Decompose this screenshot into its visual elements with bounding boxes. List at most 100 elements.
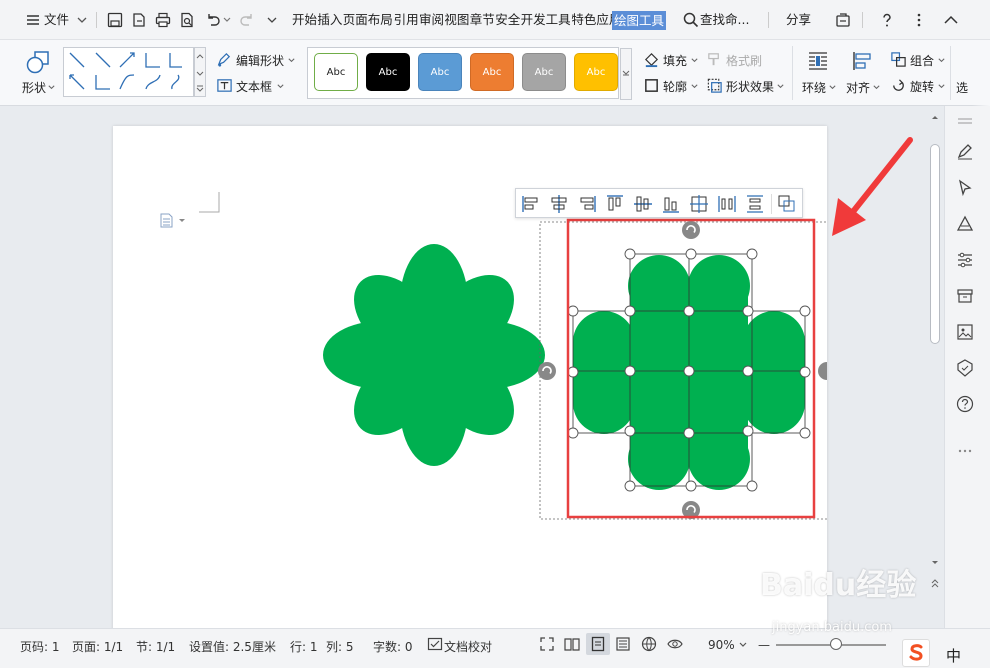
pen-icon[interactable]: [955, 142, 975, 162]
more-options-icon[interactable]: [910, 11, 928, 29]
tab-5[interactable]: 视图: [444, 0, 469, 40]
chevron-down-icon[interactable]: [937, 82, 946, 91]
rotate-icon[interactable]: [890, 77, 907, 94]
file-menu[interactable]: 文件: [44, 0, 69, 40]
status-word-count[interactable]: 字数: 0: [373, 638, 413, 655]
style-swatch-5[interactable]: Abc: [574, 53, 618, 91]
style-swatch-3[interactable]: Abc: [470, 53, 514, 91]
tab-3[interactable]: 引用: [394, 0, 419, 40]
chevron-down-icon[interactable]: [828, 83, 837, 92]
chevron-down-icon[interactable]: [872, 83, 881, 92]
chevron-down-icon[interactable]: [276, 82, 285, 91]
style-swatch-2[interactable]: Abc: [418, 53, 462, 91]
more-icon[interactable]: [955, 446, 975, 456]
fullscreen-icon[interactable]: [538, 635, 556, 653]
outline-button[interactable]: 轮廓: [663, 78, 687, 95]
outline-icon[interactable]: [643, 77, 660, 94]
customize-toolbar-icon[interactable]: [266, 14, 278, 26]
wrap-text-icon[interactable]: [806, 49, 830, 73]
line-shapes-icon[interactable]: [64, 48, 193, 96]
archive-icon[interactable]: [955, 286, 975, 306]
status-row[interactable]: 行: 1: [290, 638, 318, 655]
ime-logo[interactable]: [902, 639, 930, 667]
fill-button[interactable]: 填充: [663, 52, 687, 69]
line-shape-gallery[interactable]: [63, 47, 194, 97]
tab-7[interactable]: 安全: [495, 0, 520, 40]
print-icon[interactable]: [154, 11, 172, 29]
textbox-button[interactable]: 文本框: [236, 78, 272, 95]
zoom-level[interactable]: 90%: [708, 638, 735, 652]
chevron-down-icon[interactable]: [776, 82, 785, 91]
group-objects-icon[interactable]: [776, 193, 798, 215]
scrollbar-thumb[interactable]: [930, 144, 940, 344]
tab-4[interactable]: 审阅: [419, 0, 444, 40]
share-button[interactable]: 分享: [786, 0, 811, 40]
chevron-down-icon[interactable]: [76, 14, 88, 26]
page-view-icon[interactable]: [589, 635, 607, 653]
panel-handle-icon[interactable]: [955, 116, 975, 126]
edit-shape-button[interactable]: 编辑形状: [236, 52, 284, 69]
cursor-icon[interactable]: [955, 178, 975, 198]
style-swatch-4[interactable]: Abc: [522, 53, 566, 91]
undo-icon[interactable]: [204, 11, 222, 29]
shape-style-icon[interactable]: [955, 214, 975, 234]
chevron-down-icon[interactable]: [287, 56, 296, 65]
scroll-down-icon[interactable]: [930, 558, 940, 568]
reading-mode-icon[interactable]: [563, 635, 581, 653]
group-icon[interactable]: [890, 51, 907, 68]
collaborate-icon[interactable]: [834, 11, 852, 29]
proofread-button[interactable]: 文档校对: [444, 638, 492, 655]
rotate-handle-icon[interactable]: [682, 221, 700, 239]
shape-effect-button[interactable]: 形状效果: [726, 78, 774, 95]
align-button[interactable]: 对齐: [846, 79, 870, 96]
zoom-out-button[interactable]: —: [758, 638, 770, 652]
wrap-button[interactable]: 环绕: [802, 79, 826, 96]
status-setting[interactable]: 设置值: 2.5厘米: [189, 638, 276, 655]
align-center-icon[interactable]: [548, 193, 570, 215]
align-right-icon[interactable]: [576, 193, 598, 215]
help-icon[interactable]: [955, 394, 975, 414]
outline-view-icon[interactable]: [614, 635, 632, 653]
tab-8[interactable]: 开发工具: [521, 0, 571, 40]
shape-effect-icon[interactable]: [706, 77, 723, 94]
tab-6[interactable]: 章节: [470, 0, 495, 40]
status-page-code[interactable]: 页码: 1: [20, 638, 60, 655]
style-swatch-0[interactable]: Abc: [314, 53, 358, 91]
align-page-center-icon[interactable]: [688, 193, 710, 215]
status-page[interactable]: 页面: 1/1: [72, 638, 123, 655]
flower-shape[interactable]: [323, 244, 545, 466]
group-button[interactable]: 组合: [910, 52, 934, 69]
shapes-icon[interactable]: [24, 48, 52, 76]
tab-0[interactable]: 开始: [292, 0, 317, 40]
proofread-icon[interactable]: [426, 635, 444, 653]
rotate-button[interactable]: 旋转: [910, 78, 934, 95]
ime-language[interactable]: 中: [946, 645, 961, 666]
status-section[interactable]: 节: 1/1: [136, 638, 175, 655]
prev-page-icon[interactable]: [930, 578, 940, 588]
chevron-down-icon[interactable]: [690, 82, 699, 91]
image-icon[interactable]: [955, 322, 975, 342]
shield-icon[interactable]: [955, 358, 975, 378]
align-left-icon[interactable]: [520, 193, 542, 215]
save-icon[interactable]: [106, 11, 124, 29]
chevron-down-icon[interactable]: [738, 640, 748, 650]
style-swatch-1[interactable]: Abc: [366, 53, 410, 91]
line-gallery-scroll[interactable]: [194, 47, 206, 97]
style-gallery-scroll[interactable]: [620, 48, 632, 100]
align-top-icon[interactable]: [604, 193, 626, 215]
chevron-down-icon[interactable]: [690, 56, 699, 65]
collapse-ribbon-icon[interactable]: [942, 11, 960, 29]
vertical-scrollbar[interactable]: [926, 106, 944, 606]
help-icon[interactable]: [878, 11, 896, 29]
distribute-horizontal-icon[interactable]: [716, 193, 738, 215]
fill-bucket-icon[interactable]: [643, 51, 660, 68]
document-page[interactable]: [113, 126, 827, 636]
edit-shape-icon[interactable]: [216, 51, 233, 68]
eye-protection-icon[interactable]: [666, 635, 684, 653]
properties-icon[interactable]: [955, 250, 975, 270]
hamburger-icon[interactable]: [24, 11, 42, 29]
tab-2[interactable]: 页面布局: [343, 0, 393, 40]
zoom-slider-thumb[interactable]: [830, 638, 842, 650]
rotate-handle-icon[interactable]: [818, 362, 827, 380]
undo-dropdown-icon[interactable]: [222, 15, 232, 25]
